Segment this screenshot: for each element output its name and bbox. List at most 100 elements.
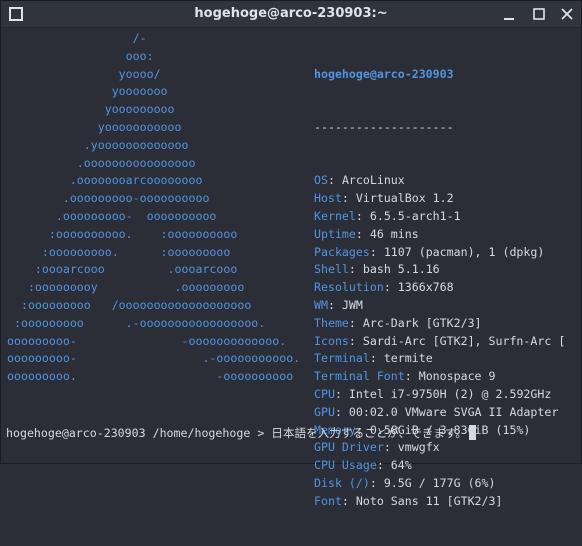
- system-info: hogehoge@arco-230903 -------------------…: [314, 30, 565, 546]
- info-key: GPU: [314, 404, 335, 419]
- info-colon: :: [327, 173, 342, 188]
- info-colon: :: [327, 297, 342, 312]
- info-key: OS: [314, 173, 328, 188]
- info-row: Terminal: termite: [314, 350, 565, 368]
- logo-line: yooooooooo: [7, 102, 175, 117]
- info-value: vmwgfx: [397, 440, 440, 455]
- logo-line: :ooooooooo /ooooooooooooooooooo: [7, 297, 252, 312]
- logo-line: /-: [7, 31, 147, 45]
- info-row: Theme: Arc-Dark [GTK2/3]: [314, 315, 565, 333]
- info-key: Theme: [314, 315, 349, 330]
- info-colon: :: [341, 493, 356, 508]
- info-value: 9.5G / 177G (6%): [383, 475, 496, 490]
- info-colon: :: [341, 191, 356, 206]
- info-key: Icons: [314, 333, 349, 348]
- info-colon: :: [355, 208, 370, 223]
- info-value: Noto Sans 11 [GTK2/3]: [355, 493, 503, 508]
- logo-line: ooooooooo- .-ooooooooooo.: [7, 351, 301, 366]
- info-colon: :: [334, 386, 349, 401]
- terminal-area[interactable]: /- ooo: yoooo/ yooooooo yooooooooo yoooo…: [1, 28, 581, 508]
- title-bar[interactable]: hogehoge@arco-230903:~: [1, 1, 581, 28]
- info-value: 1107 (pacman), 1 (dpkg): [383, 244, 545, 259]
- info-colon: :: [376, 458, 391, 473]
- info-row: Host: VirtualBox 1.2: [314, 190, 565, 208]
- info-row: WM: JWM: [314, 297, 565, 315]
- logo-line: .oooooooarcoooooooo: [7, 173, 203, 188]
- info-row: Icons: Sardi-Arc [GTK2], Surfn-Arc [: [314, 333, 565, 351]
- close-icon[interactable]: [558, 5, 576, 23]
- logo-line: :oooarcooo .oooarcooo: [7, 262, 238, 277]
- info-colon: :: [369, 351, 384, 366]
- info-row: Kernel: 6.5.5-arch1-1: [314, 208, 565, 226]
- info-value: 46 mins: [369, 226, 419, 241]
- logo-line: :ooooooooo. :ooooooooo: [7, 244, 231, 259]
- text-cursor: [468, 425, 476, 440]
- shell-prompt[interactable]: hogehoge@arco-230903 /home/hogehoge > 日本…: [6, 425, 476, 442]
- logo-line: yooooooo: [7, 84, 168, 99]
- logo-line: ooooooooo. -oooooooooo: [7, 369, 294, 384]
- info-value: bash 5.1.16: [362, 262, 440, 277]
- info-row: Terminal Font: Monospace 9: [314, 368, 565, 386]
- info-row: OS: ArcoLinux: [314, 172, 565, 190]
- info-key: Terminal Font: [314, 369, 405, 384]
- info-colon: :: [383, 440, 398, 455]
- info-value: 1366x768: [397, 280, 454, 295]
- prompt-input[interactable]: 日本語を入力することが、できます。: [271, 426, 467, 440]
- logo-line: .ooooooooo-oooooooooo: [7, 191, 210, 206]
- logo-line: .oooooooooooooooo: [7, 155, 196, 170]
- info-key: GPU Driver: [314, 440, 384, 455]
- info-colon: :: [334, 404, 349, 419]
- info-row: Font: Noto Sans 11 [GTK2/3]: [314, 493, 565, 511]
- logo-line: yooooooooooo: [7, 119, 182, 134]
- info-key: Resolution: [314, 280, 384, 295]
- info-key: Kernel: [314, 208, 356, 223]
- info-row: Shell: bash 5.1.16: [314, 261, 565, 279]
- info-separator: --------------------: [314, 119, 454, 134]
- info-value: ArcoLinux: [341, 173, 405, 188]
- info-colon: :: [348, 333, 363, 348]
- window-title: hogehoge@arco-230903:~: [194, 6, 388, 21]
- logo-line: :ooooooooy .ooooooooo: [7, 280, 245, 295]
- prompt-cwd: /home/hogehoge: [152, 426, 251, 440]
- info-row: CPU Usage: 64%: [314, 457, 565, 475]
- info-value: VirtualBox 1.2: [355, 191, 454, 206]
- info-value: Monospace 9: [418, 369, 496, 384]
- info-key: CPU Usage: [314, 458, 377, 473]
- info-value: 6.5.5-arch1-1: [369, 208, 461, 223]
- logo-line: .yooooooooooooo: [7, 137, 189, 152]
- logo-line: :ooooooooo .-ooooooooooooooooo.: [7, 315, 266, 330]
- info-value: 00:02.0 VMware SVGA II Adapter: [348, 404, 559, 419]
- logo-line: ooo:: [7, 48, 154, 63]
- logo-line: .ooooooooo- oooooooooo: [7, 208, 217, 223]
- info-key: Terminal: [314, 351, 370, 366]
- info-row: Packages: 1107 (pacman), 1 (dpkg): [314, 244, 565, 262]
- info-row: Uptime: 46 mins: [314, 226, 565, 244]
- info-value: 64%: [390, 458, 412, 473]
- info-user-host: hogehoge@arco-230903: [314, 66, 454, 81]
- info-row: CPU: Intel i7-9750H (2) @ 2.592GHz: [314, 386, 565, 404]
- maximize-icon[interactable]: [530, 5, 548, 23]
- info-key: Host: [314, 191, 342, 206]
- info-value: Arc-Dark [GTK2/3]: [362, 315, 482, 330]
- info-colon: :: [348, 262, 363, 277]
- info-colon: :: [369, 244, 384, 259]
- arcolinux-ascii-logo: /- ooo: yoooo/ yooooooo yooooooooo yoooo…: [7, 30, 300, 386]
- info-colon: :: [404, 369, 419, 384]
- info-key: Font: [314, 493, 342, 508]
- minimize-icon[interactable]: [500, 5, 518, 23]
- info-value: Sardi-Arc [GTK2], Surfn-Arc [: [362, 333, 566, 348]
- info-colon: :: [348, 315, 363, 330]
- info-value: JWM: [341, 297, 363, 312]
- info-colon: :: [355, 226, 370, 241]
- prompt-symbol: >: [257, 426, 265, 440]
- info-colon: :: [383, 280, 398, 295]
- info-row: Disk (/): 9.5G / 177G (6%): [314, 475, 565, 493]
- logo-line: :oooooooooo. :oooooooooo: [7, 226, 238, 241]
- info-row: GPU: 00:02.0 VMware SVGA II Adapter: [314, 404, 565, 422]
- info-key: WM: [314, 297, 328, 312]
- info-value: Intel i7-9750H (2) @ 2.592GHz: [348, 386, 552, 401]
- info-key: Shell: [314, 262, 349, 277]
- terminal-window: hogehoge@arco-230903:~ /- ooo: yoooo/ yo…: [0, 0, 582, 508]
- info-key: Disk (/): [314, 475, 370, 490]
- info-colon: :: [369, 475, 384, 490]
